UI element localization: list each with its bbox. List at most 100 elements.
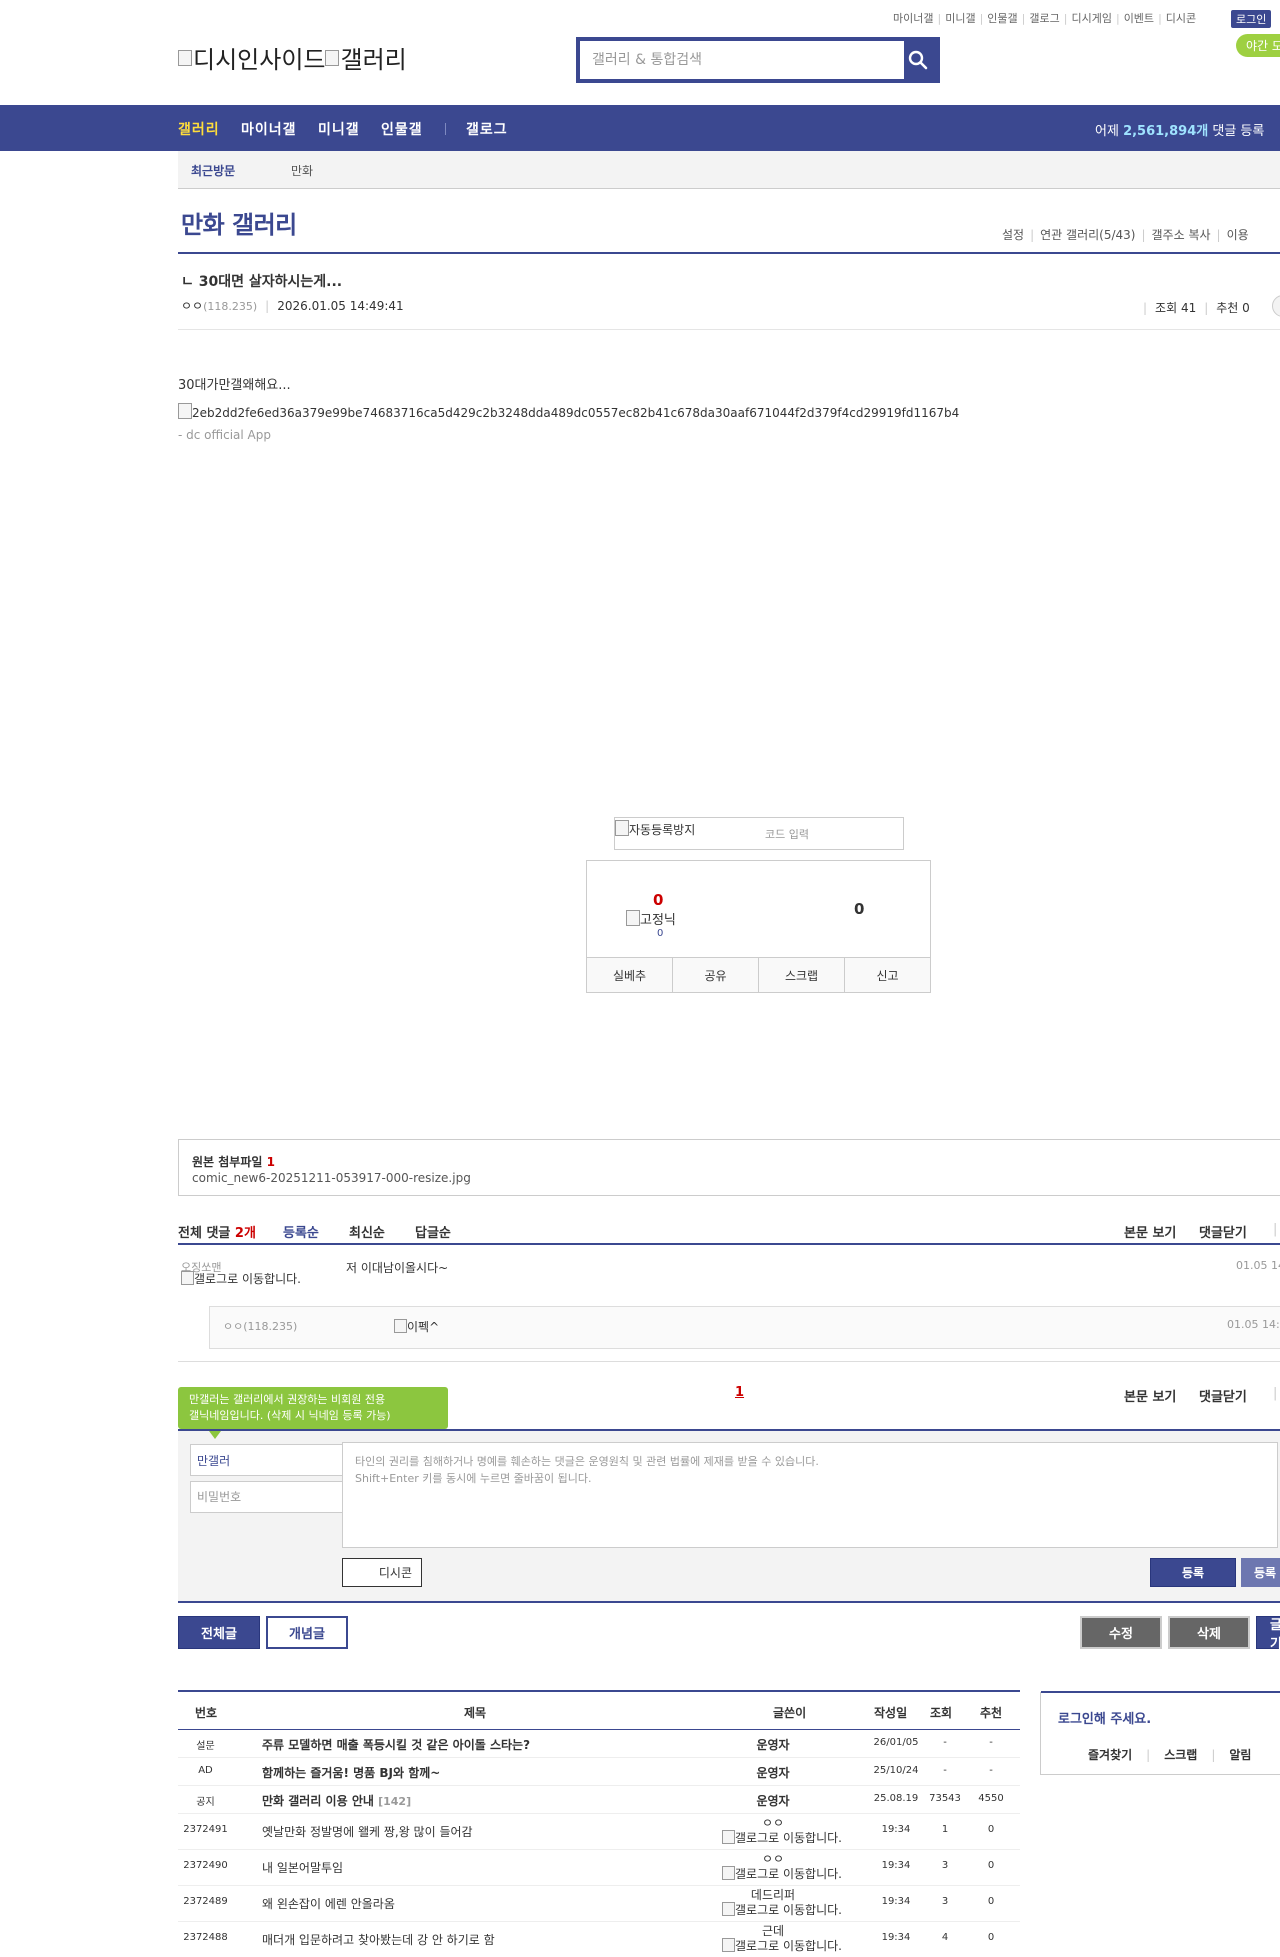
sort-latest[interactable]: 최신순 — [349, 1222, 385, 1241]
top-link-minor[interactable]: 마이너갤 — [893, 12, 933, 25]
post-writer[interactable]: 운영자 — [692, 1792, 854, 1809]
broken-image-icon — [394, 1319, 407, 1333]
report-button[interactable]: 신고 — [845, 958, 930, 992]
login-prompt[interactable]: 로그인해 주세요. — [1058, 1708, 1151, 1727]
comment-text: 저 이대남이올시다~ — [346, 1261, 449, 1275]
nav-item-gallery[interactable]: 갤러리 — [178, 119, 220, 139]
recent-visit-label[interactable]: 최근방문 — [191, 162, 235, 179]
nickname-input[interactable] — [190, 1444, 344, 1476]
post-title-link[interactable]: 만화 갤러리 이용 안내 [142] — [262, 1792, 411, 1809]
post-number: 설문 — [196, 1741, 215, 1752]
close-comments-button[interactable]: 댓글닫기 — [1199, 1222, 1247, 1241]
share-button[interactable]: 공유 — [673, 958, 759, 992]
post-title-link[interactable]: 내 일본어말투임 — [262, 1859, 343, 1876]
gallog-icon[interactable]: 갤로그로 이동합니다. — [722, 1937, 842, 1954]
top-link-gallog[interactable]: 갤로그 — [1029, 12, 1059, 25]
edit-button[interactable]: 수정 — [1080, 1616, 1162, 1649]
nav-item-gallog[interactable]: 갤로그 — [466, 119, 508, 139]
view-post-button[interactable]: 본문 보기 — [1124, 1222, 1176, 1241]
close-comments-button[interactable]: 댓글닫기 — [1199, 1386, 1247, 1405]
top-link-dccon[interactable]: 디시콘 — [1166, 12, 1196, 25]
gallery-menu: 설정 | 연관 갤러리(5/43) | 갤주소 복사 | 이용 — [1002, 228, 1249, 242]
table-row[interactable]: AD 함께하는 즐거움! 명품 BJ와 함께~ 운영자 25/10/24 - - — [178, 1758, 1020, 1786]
password-input[interactable] — [190, 1481, 344, 1513]
attachment-file-link[interactable]: comic_new6-20251211-053917-000-resize.jp… — [192, 1171, 471, 1185]
top-link-event[interactable]: 이벤트 — [1124, 12, 1154, 25]
post-title-link[interactable]: 주류 모델하면 매출 폭등시킬 것 같은 아이돌 스타는? — [262, 1736, 530, 1753]
post-writer[interactable]: 운영자 — [692, 1736, 854, 1753]
related-gallery-link[interactable]: 연관 갤러리(5/43) — [1040, 228, 1135, 242]
search-input[interactable] — [580, 41, 904, 79]
post-title-link[interactable]: 옛날만화 정발명에 왤케 짱,왕 많이 들어감 — [262, 1823, 473, 1840]
post-number: 공지 — [196, 1797, 215, 1808]
submit-button[interactable]: 등록 — [1150, 1558, 1236, 1587]
copy-address-link[interactable]: 갤주소 복사 — [1152, 228, 1211, 242]
view-post-button[interactable]: 본문 보기 — [1124, 1386, 1176, 1405]
gallog-icon[interactable]: 갤로그로 이동합니다. — [722, 1829, 842, 1846]
post-date: 19:34 — [881, 1896, 911, 1907]
concept-posts-button[interactable]: 개념글 — [266, 1616, 348, 1649]
scrap-link[interactable]: 스크랩 — [1164, 1748, 1197, 1762]
comment-page-link[interactable]: 1 — [735, 1385, 744, 1400]
fixed-nick-count: 0 — [657, 928, 664, 939]
gallog-icon[interactable]: 갤로그로 이동합니다. — [181, 1271, 306, 1286]
comment-textarea[interactable] — [342, 1442, 1278, 1548]
scrap-button[interactable]: 스크랩 — [759, 958, 845, 992]
all-posts-button[interactable]: 전체글 — [178, 1616, 260, 1649]
post-title-link[interactable]: 매더개 입문하려고 찾아봤는데 강 안 하기로 함 — [262, 1931, 495, 1948]
post-date: 19:34 — [881, 1932, 911, 1943]
post-recommends: 0 — [987, 1860, 995, 1871]
favorites-link[interactable]: 즐겨찾기 — [1088, 1748, 1132, 1762]
header-views: 조회 — [930, 1706, 953, 1720]
post-image[interactable]: 2eb2dd2fe6ed36a379e99be74683716ca5d429c2… — [178, 403, 959, 420]
logo-sub-text: 갤러리 — [340, 46, 407, 74]
gallog-icon[interactable]: 갤로그로 이동합니다. — [722, 1901, 842, 1918]
search-button[interactable] — [896, 37, 940, 83]
site-logo[interactable]: 디시인사이드 갤러리 — [178, 40, 407, 75]
table-row[interactable]: 공지 만화 갤러리 이용 안내 [142] 운영자 25.08.19 73543… — [178, 1786, 1020, 1814]
comment-nick[interactable]: ㅇㅇ(118.235) — [223, 1318, 297, 1334]
best-recommend-button[interactable]: 실베추 — [587, 958, 673, 992]
divider — [178, 1243, 1280, 1245]
recent-visit-item[interactable]: 만화 — [291, 162, 313, 179]
nav-item-mini[interactable]: 미니갤 — [318, 119, 360, 139]
post-writer[interactable]: 운영자 — [692, 1764, 854, 1781]
dccon-button[interactable]: 디시콘 — [342, 1558, 422, 1587]
captcha-input[interactable]: 코드 입력 — [765, 826, 809, 842]
post-title-link[interactable]: 왜 왼손잡이 에렌 안올라옴 — [262, 1895, 395, 1912]
nav-item-person[interactable]: 인물갤 — [381, 119, 423, 139]
sort-replies[interactable]: 답글순 — [415, 1222, 451, 1241]
table-row[interactable]: 2372488 매더개 입문하려고 찾아봤는데 강 안 하기로 함 근데 갤로그… — [178, 1922, 1020, 1957]
submit-with-recommend-button[interactable]: 등록 — [1241, 1558, 1280, 1587]
post-writer: ㅇㅇ(118.235) | 2026.01.05 14:49:41 — [181, 299, 404, 313]
nickname-tooltip: 만갤러는 갤러리에서 권장하는 비회원 전용 갤닉네임입니다. (삭제 시 닉네… — [178, 1387, 448, 1429]
broken-image-icon — [178, 50, 192, 66]
nav-item-minor[interactable]: 마이너갤 — [241, 119, 297, 139]
main-nav: 갤러리 마이너갤 미니갤 인물갤 갤로그 어제 2,561,894개 댓글 등록 — [0, 105, 1280, 151]
night-mode-button[interactable]: 야간 모드 — [1236, 34, 1280, 57]
login-button[interactable]: 로그인 — [1231, 10, 1272, 28]
gallery-title[interactable]: 만화 갤러리 — [181, 205, 297, 240]
delete-button[interactable]: 삭제 — [1168, 1616, 1250, 1649]
post-title-link[interactable]: 함께하는 즐거움! 명품 BJ와 함께~ — [262, 1764, 440, 1781]
table-row[interactable]: 2372491 옛날만화 정발명에 왤케 짱,왕 많이 들어감 ㅇㅇ 갤로그로 … — [178, 1814, 1020, 1850]
writer-ip: (118.235) — [203, 300, 258, 313]
post-number: AD — [198, 1765, 213, 1776]
broken-image-icon — [722, 1866, 735, 1880]
notification-link[interactable]: 알림 — [1229, 1748, 1251, 1762]
broken-image-icon — [722, 1830, 735, 1844]
comment-date: 01.05 14 — [1236, 1259, 1280, 1272]
table-row[interactable]: 2372489 왜 왼손잡이 에렌 안올라옴 데드리퍼 갤로그로 이동합니다. … — [178, 1886, 1020, 1922]
writer-nick[interactable]: ㅇㅇ — [181, 299, 203, 313]
usage-link[interactable]: 이용 — [1227, 228, 1249, 242]
table-row[interactable]: 2372490 내 일본어말투임 ㅇㅇ 갤로그로 이동합니다. 19:34 3 … — [178, 1850, 1020, 1886]
sort-registered[interactable]: 등록순 — [283, 1222, 319, 1241]
write-button[interactable]: 글쓰기 — [1256, 1616, 1280, 1652]
gallery-settings-link[interactable]: 설정 — [1002, 228, 1024, 242]
comment-count-circle[interactable] — [1272, 295, 1280, 317]
table-row[interactable]: 설문 주류 모델하면 매출 폭등시킬 것 같은 아이돌 스타는? 운영자 26/… — [178, 1731, 1020, 1758]
top-link-mini[interactable]: 미니갤 — [945, 12, 975, 25]
top-link-dcgame[interactable]: 디시게임 — [1071, 12, 1111, 25]
gallog-icon[interactable]: 갤로그로 이동합니다. — [722, 1865, 842, 1882]
top-link-person[interactable]: 인물갤 — [987, 12, 1017, 25]
